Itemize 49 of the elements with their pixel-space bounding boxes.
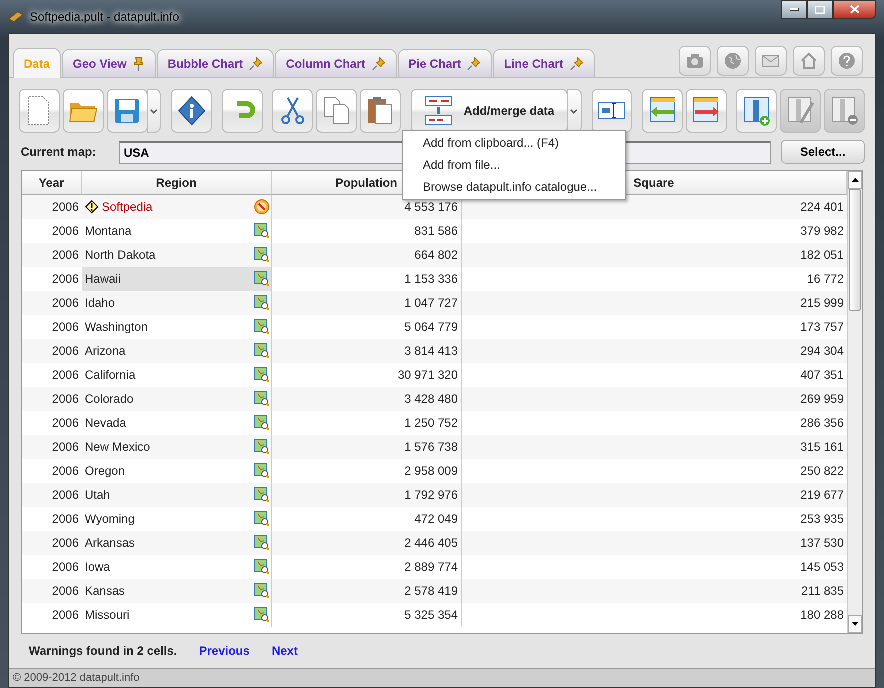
table-cell: 2006 xyxy=(22,387,82,411)
table-cell: 3 428 480 xyxy=(272,387,462,411)
region-name: Arkansas xyxy=(85,536,136,550)
window-title: Softpedia.pult - datapult.info xyxy=(30,10,180,24)
table-cell: 3 814 413 xyxy=(272,339,462,363)
table-cell: 2006 xyxy=(22,195,82,219)
table-cell: 664 802 xyxy=(272,243,462,267)
region-name: Washington xyxy=(85,320,148,334)
region-name: Hawaii xyxy=(85,272,122,286)
region-name: Colorado xyxy=(85,392,134,406)
region-name: Idaho xyxy=(85,296,116,310)
table-cell: 1 792 976 xyxy=(272,483,462,507)
region-name: New Mexico xyxy=(85,440,150,454)
table-cell: 269 959 xyxy=(462,387,847,411)
region-name: Oregon xyxy=(85,464,126,478)
table-cell: 4 553 176 xyxy=(272,195,462,219)
region-name: Arizona xyxy=(85,344,126,358)
table-cell: 2006 xyxy=(22,291,82,315)
region-name: Wyoming xyxy=(85,512,135,526)
table-cell: 2006 xyxy=(22,531,82,555)
table-cell: 224 401 xyxy=(462,195,847,219)
region-name: Iowa xyxy=(85,560,110,574)
table-cell: 219 677 xyxy=(462,483,847,507)
table-cell: 182 051 xyxy=(462,243,847,267)
table-cell: 294 304 xyxy=(462,339,847,363)
region-name: Utah xyxy=(85,488,110,502)
table-cell: 2006 xyxy=(22,339,82,363)
table-cell: 211 835 xyxy=(462,579,847,603)
region-name: Missouri xyxy=(85,608,130,622)
region-name: Kansas xyxy=(85,584,126,598)
table-cell: 2006 xyxy=(22,579,82,603)
table-cell: 315 161 xyxy=(462,435,847,459)
table-cell: 2 446 405 xyxy=(272,531,462,555)
copyright-text: © 2009-2012 datapult.info xyxy=(13,672,140,684)
table-cell: 2006 xyxy=(22,243,82,267)
region-name: Montana xyxy=(85,224,132,238)
warning-message: Warnings found in 2 cells. xyxy=(29,644,178,658)
table-cell: 1 047 727 xyxy=(272,291,462,315)
table-cell: 215 999 xyxy=(462,291,847,315)
region-name: California xyxy=(85,368,136,382)
table-cell: 2 578 419 xyxy=(272,579,462,603)
current-map-label: Current map: xyxy=(21,145,98,159)
region-name: Softpedia xyxy=(102,200,153,214)
region-name: Nevada xyxy=(85,416,126,430)
table-cell: 137 530 xyxy=(462,531,847,555)
region-name: North Dakota xyxy=(85,248,156,262)
table-cell: 2006 xyxy=(22,435,82,459)
table-cell: 1 576 738 xyxy=(272,435,462,459)
table-cell: 2006 xyxy=(22,483,82,507)
